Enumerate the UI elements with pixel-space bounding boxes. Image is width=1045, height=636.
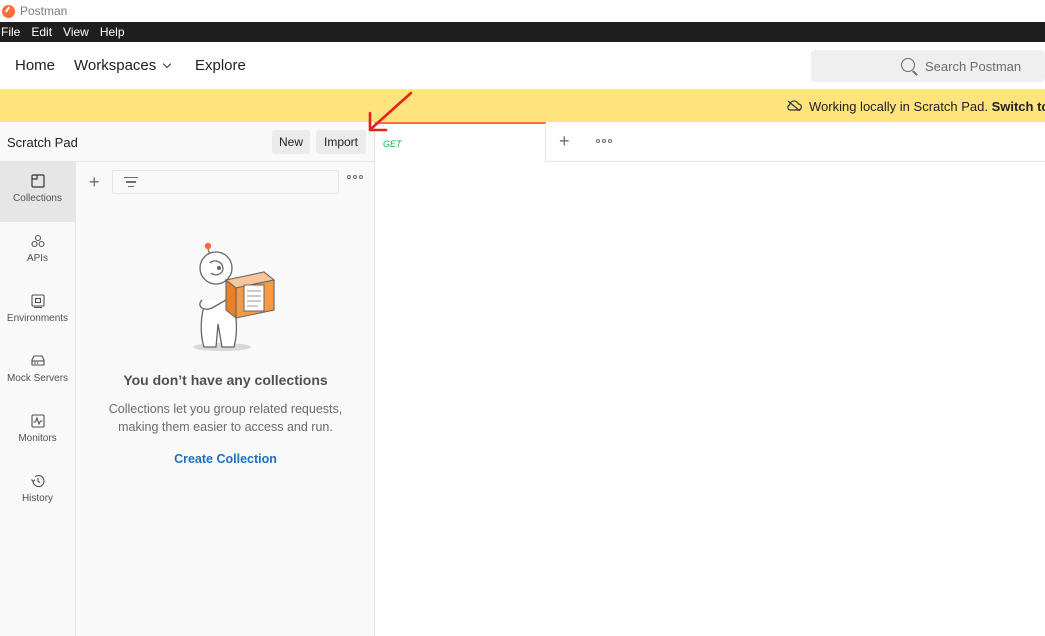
filter-icon xyxy=(124,177,138,190)
search-input[interactable]: Search Postman xyxy=(811,50,1045,82)
menu-file[interactable]: File xyxy=(1,25,20,39)
sidebar-rail: Collections APIs Environments Mock Serve… xyxy=(0,162,76,636)
banner-message: Working locally in Scratch Pad. Switch t… xyxy=(809,99,1045,114)
menu-help[interactable]: Help xyxy=(100,25,125,39)
sidebar-item-environments[interactable]: Environments xyxy=(0,282,75,342)
new-tab-plus-icon[interactable]: + xyxy=(559,132,570,150)
search-placeholder: Search Postman xyxy=(925,59,1022,74)
sidebar-item-label: History xyxy=(21,493,54,504)
add-collection-plus-icon[interactable]: + xyxy=(89,173,100,191)
mock-servers-icon xyxy=(30,355,45,366)
sidebar-item-label: APIs xyxy=(26,253,49,264)
environments-icon xyxy=(30,294,45,308)
request-method: GET xyxy=(383,139,402,149)
collections-icon xyxy=(30,174,45,188)
sidebar-item-collections[interactable]: Collections xyxy=(0,162,75,222)
chevron-down-icon xyxy=(163,59,172,69)
sidebar-item-label: Environments xyxy=(6,313,69,324)
import-button[interactable]: Import xyxy=(316,130,366,154)
window-title: Postman xyxy=(20,4,68,18)
top-navigation: Home Workspaces Explore Search Postman xyxy=(0,42,1045,90)
menu-bar: File Edit View Help xyxy=(0,22,1045,42)
nav-workspaces[interactable]: Workspaces xyxy=(74,57,172,74)
scratch-pad-banner: Working locally in Scratch Pad. Switch t… xyxy=(0,90,1045,122)
sidebar-item-label: Monitors xyxy=(18,433,57,444)
annotation-arrow xyxy=(368,91,413,132)
more-options-icon[interactable] xyxy=(347,175,363,179)
filter-input[interactable] xyxy=(112,170,339,194)
collections-panel: + You don’t have any collections Collect… xyxy=(76,162,375,636)
menu-view[interactable]: View xyxy=(63,25,89,39)
banner-text: Working locally in Scratch Pad. xyxy=(809,99,988,114)
sidebar-item-label: Mock Servers xyxy=(6,373,69,384)
search-icon xyxy=(901,58,915,72)
nav-home[interactable]: Home xyxy=(15,57,55,74)
apis-icon xyxy=(30,234,45,248)
astronaut-illustration xyxy=(193,242,276,351)
sidebar-item-label: Collections xyxy=(13,193,62,204)
nav-explore[interactable]: Explore xyxy=(195,57,246,74)
tab-options-icon[interactable] xyxy=(596,139,612,143)
sidebar-item-apis[interactable]: APIs xyxy=(0,222,75,282)
sidebar-item-monitors[interactable]: Monitors xyxy=(0,402,75,462)
sidebar-item-history[interactable]: History xyxy=(0,462,75,522)
sidebar-header: Scratch Pad New Import xyxy=(0,122,375,162)
history-icon xyxy=(31,474,45,488)
nav-workspaces-label: Workspaces xyxy=(74,57,157,74)
empty-state-description: Collections let you group related reques… xyxy=(108,402,343,434)
empty-state-title: You don’t have any collections xyxy=(123,372,328,388)
new-button[interactable]: New xyxy=(272,130,310,154)
switch-link[interactable]: Switch to xyxy=(992,99,1045,114)
create-collection-link[interactable]: Create Collection xyxy=(76,452,375,466)
tab-bar: GET + xyxy=(375,122,1045,162)
postman-logo-icon xyxy=(2,4,15,18)
sidebar-item-mock-servers[interactable]: Mock Servers xyxy=(0,342,75,402)
title-bar: Postman xyxy=(0,0,1045,22)
monitors-icon xyxy=(30,414,45,428)
workspace-title: Scratch Pad xyxy=(7,135,78,150)
cloud-off-icon xyxy=(787,100,802,111)
menu-edit[interactable]: Edit xyxy=(31,25,52,39)
